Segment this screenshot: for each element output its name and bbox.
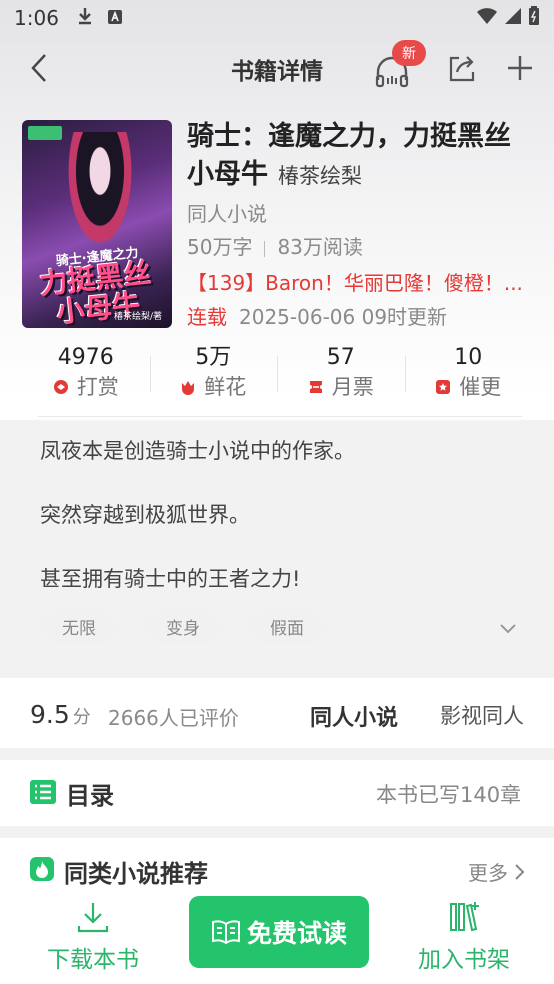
app-status-icon [107,6,123,30]
list-icon [30,780,56,804]
cover-publisher-logo [28,126,62,140]
section-divider [38,416,522,417]
status-bar: 1:06 [0,0,554,36]
flower-icon [182,381,195,395]
wifi-icon [476,6,498,30]
book-cover[interactable]: 骑士·逢魔之力 力挺黑丝小母牛 椿茶绘梨/著 [22,120,172,328]
book-author[interactable]: 椿茶绘梨 [278,164,362,188]
read-count: 83万阅读 [277,235,363,259]
action-ticket[interactable]: 57 月票 [277,344,405,406]
intro-line: 突然穿越到极狐世界。 [40,503,250,527]
urge-icon [436,380,451,394]
category-link-primary[interactable]: 同人小说 [310,700,398,732]
add-to-shelf-button[interactable]: 加入书架 [408,900,520,973]
chevron-down-icon [500,624,516,634]
update-info: 连载 2025-06-06 09时更新 [187,301,447,330]
recommend-title: 同类小说推荐 [64,860,208,888]
reward-count: 4976 [57,345,114,370]
toc-title: 目录 [66,782,114,810]
book-category[interactable]: 同人小说 [187,198,267,227]
flower-label: 鲜花 [204,375,247,399]
download-label: 下载本书 [47,947,139,973]
ticket-icon [309,381,322,393]
top-nav: 书籍详情 新 [0,40,554,96]
stats-divider [264,240,266,257]
plus-icon [508,56,532,80]
reward-icon [53,380,68,394]
rating-score: 9.5 [30,700,70,729]
action-reward[interactable]: 4976 打赏 [22,344,150,406]
urge-label: 催更 [459,375,502,399]
rating-unit: 分 [72,707,91,728]
tag-list: 无限 变身 假面 [38,608,328,644]
category-link-secondary[interactable]: 影视同人 [440,700,524,730]
bookshelf-add-icon [450,902,479,932]
serial-status: 连载 [187,305,227,329]
reward-label-row: 打赏 [22,372,150,402]
add-to-shelf-label: 加入书架 [418,947,510,973]
battery-icon [528,5,540,31]
add-button[interactable] [504,52,536,84]
word-count: 50万字 [187,235,253,259]
download-status-icon [77,6,93,30]
ticket-label: 月票 [331,375,374,399]
chevron-right-icon [515,863,525,880]
share-button[interactable] [446,52,478,84]
cover-author: 椿茶绘梨/著 [113,312,162,322]
rating-count[interactable]: 2666人已评价 [108,702,239,731]
interaction-stats: 4976 打赏 5万 鲜花 57 月票 10 催更 [22,344,532,406]
signal-icon [504,6,522,30]
free-read-label: 免费试读 [246,919,347,948]
intro-line: 凤夜本是创造骑士小说中的作家。 [40,439,355,463]
rating-score-block[interactable]: 9.5 分 [30,700,91,729]
free-read-button[interactable]: 免费试读 [189,896,369,968]
share-icon [449,56,475,82]
more-label: 更多 [468,861,508,885]
new-badge: 新 [392,40,426,66]
flower-label-row: 鲜花 [150,372,278,402]
tag-chip[interactable]: 假面 [246,608,328,644]
update-time: 2025-06-06 09时更新 [239,305,448,329]
flower-count: 5万 [195,345,232,370]
ticket-label-row: 月票 [277,372,405,402]
more-button[interactable]: 更多 [468,857,526,886]
chapter-count: 本书已写140章 [376,783,522,807]
tag-chip[interactable]: 变身 [142,608,224,644]
tag-chip[interactable]: 无限 [38,608,120,644]
expand-intro-button[interactable] [496,618,520,638]
urge-label-row: 催更 [405,372,533,402]
urge-count: 10 [454,345,483,370]
fire-icon [30,857,54,881]
reward-label: 打赏 [76,375,119,399]
book-intro[interactable]: 凤夜本是创造骑士小说中的作家。 突然穿越到极狐世界。 甚至拥有骑士中的王者之力! [40,432,520,624]
book-title-block: 骑士：逢魔之力，力挺黑丝小母牛 椿茶绘梨 [187,118,537,195]
download-icon [77,903,109,933]
book-stats: 50万字 83万阅读 [187,231,363,260]
status-time: 1:06 [14,6,59,30]
download-button[interactable]: 下载本书 [38,900,148,973]
latest-chapter-link[interactable]: 【139】Baron！华丽巴隆！傻橙！... [187,267,537,296]
book-open-icon [211,920,240,945]
action-flower[interactable]: 5万 鲜花 [149,344,278,406]
action-urge[interactable]: 10 催更 [404,344,533,406]
ticket-count: 57 [326,345,355,370]
